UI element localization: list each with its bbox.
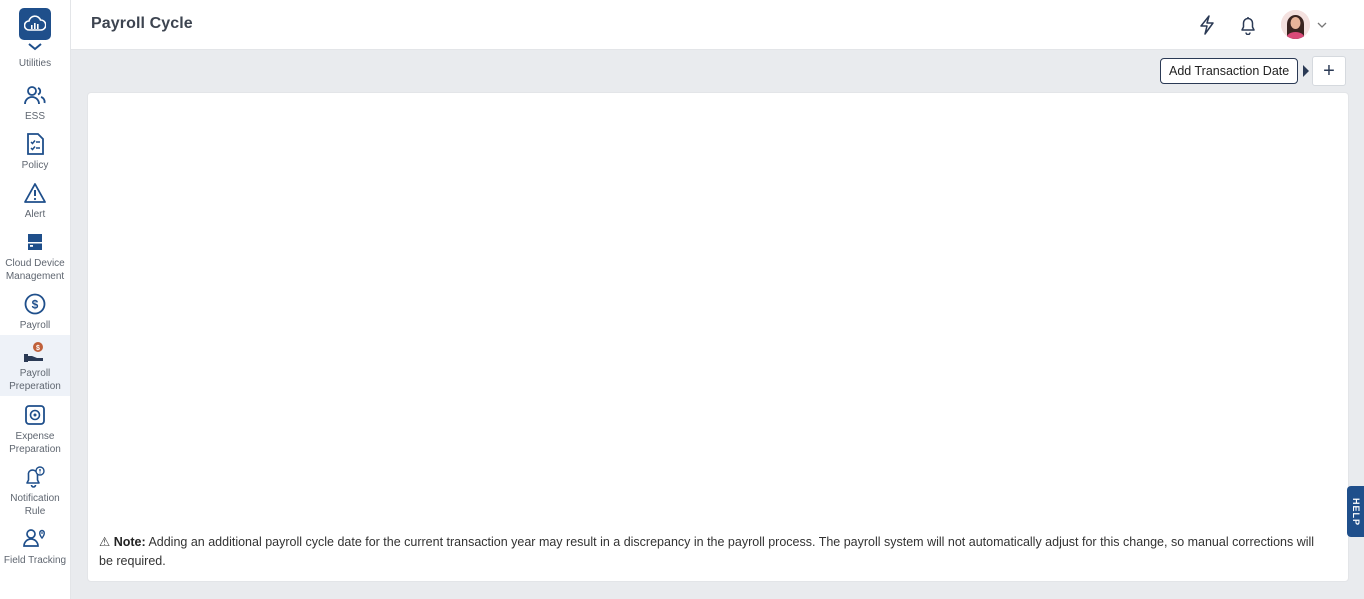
expense-icon bbox=[23, 403, 47, 427]
page-title: Payroll Cycle bbox=[91, 15, 193, 32]
cloud-logo-icon bbox=[24, 15, 46, 31]
payroll-cycle-panel: ⚠ Note: Adding an additional payroll cyc… bbox=[87, 92, 1349, 582]
sidebar-item-label: Cloud Device Management bbox=[5, 258, 65, 282]
svg-text:$: $ bbox=[32, 298, 39, 312]
sidebar-item-label: Policy bbox=[21, 160, 49, 171]
hand-coin-icon: $ bbox=[23, 340, 47, 364]
sidebar: Utilities ESS Policy Alert Cloud Device … bbox=[0, 0, 71, 599]
sidebar-item-alert[interactable]: Alert bbox=[0, 181, 70, 221]
utilities-icon bbox=[23, 40, 47, 54]
tooltip-arrow bbox=[1303, 65, 1309, 77]
top-header: Payroll Cycle bbox=[71, 0, 1364, 50]
person-location-icon bbox=[23, 527, 47, 551]
note-message: ⚠ Note: Adding an additional payroll cyc… bbox=[99, 533, 1326, 571]
sidebar-item-label: Field Tracking bbox=[3, 555, 67, 566]
sidebar-item-notification-rule[interactable]: Notification Rule bbox=[0, 465, 70, 518]
warning-triangle-icon bbox=[23, 181, 47, 205]
sidebar-item-label: ESS bbox=[24, 111, 45, 122]
sidebar-item-expense-preparation[interactable]: Expense Preparation bbox=[0, 403, 70, 456]
help-label: HELP bbox=[1350, 497, 1361, 526]
sidebar-item-policy[interactable]: Policy bbox=[0, 132, 70, 172]
sidebar-item-payroll[interactable]: $ Payroll bbox=[0, 292, 70, 332]
bell-icon[interactable] bbox=[1236, 13, 1260, 37]
bell-alert-icon bbox=[23, 465, 47, 489]
sidebar-item-payroll-preperation[interactable]: $ Payroll Preperation bbox=[0, 335, 70, 396]
sidebar-item-ess[interactable]: ESS bbox=[0, 83, 70, 123]
note-text: Adding an additional payroll cycle date … bbox=[99, 535, 1315, 568]
dollar-circle-icon: $ bbox=[23, 292, 47, 316]
chevron-down-icon[interactable] bbox=[1316, 17, 1328, 35]
note-label: Note: bbox=[113, 535, 146, 549]
sidebar-item-cloud-device-management[interactable]: Cloud Device Management bbox=[0, 230, 70, 283]
sidebar-item-utilities[interactable]: Utilities bbox=[0, 40, 70, 70]
svg-text:$: $ bbox=[36, 345, 40, 352]
help-tab[interactable]: HELP bbox=[1347, 486, 1364, 537]
device-icon bbox=[23, 230, 47, 254]
add-transaction-date-button[interactable]: + bbox=[1312, 56, 1346, 86]
sidebar-item-label: Notification Rule bbox=[10, 493, 60, 517]
sidebar-item-label: Utilities bbox=[18, 58, 52, 69]
sidebar-item-label: Alert bbox=[24, 209, 46, 220]
policy-checklist-icon bbox=[23, 132, 47, 156]
add-transaction-date-tooltip: Add Transaction Date bbox=[1160, 58, 1299, 84]
sidebar-item-label: Expense Preparation bbox=[9, 431, 61, 455]
lightning-icon[interactable] bbox=[1195, 13, 1219, 37]
avatar[interactable] bbox=[1281, 10, 1310, 39]
sidebar-item-label: Payroll Preperation bbox=[9, 368, 61, 392]
sidebar-item-field-tracking[interactable]: Field Tracking bbox=[0, 527, 70, 567]
people-icon bbox=[23, 83, 47, 107]
sidebar-item-label: Payroll bbox=[19, 320, 51, 331]
warning-icon: ⚠ bbox=[99, 535, 111, 549]
app-logo[interactable] bbox=[19, 8, 51, 40]
